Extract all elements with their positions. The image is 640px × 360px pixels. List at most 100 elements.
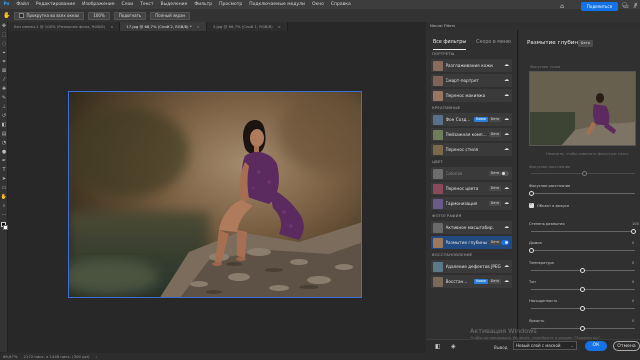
gradient-tool-icon[interactable]: ▤ [0,130,8,139]
filter-item[interactable]: Разглаживание кожи ☁ [431,59,512,72]
stamp-tool-icon[interactable]: ⊥ [0,103,8,112]
eraser-tool-icon[interactable]: ◧ [0,121,8,130]
output-select[interactable]: Новый слой с маской ⌄ [513,341,577,350]
healing-tool-icon[interactable]: ✚ [0,85,8,94]
filter-item[interactable]: Colorize Бета [431,167,512,180]
close-tab-icon[interactable]: × [197,24,200,29]
layer-preview-icon[interactable]: ◈ [451,343,456,350]
menu-item[interactable]: Текст [137,2,157,7]
cloud-download-icon[interactable]: ☁ [504,263,509,269]
slider-thumb[interactable] [631,229,636,234]
filter-item[interactable]: Пейзажная комп... Бета ☁ [431,128,512,141]
eyedropper-tool-icon[interactable]: ⁄ [0,76,8,85]
frame-tool-icon[interactable]: ⊠ [0,67,8,76]
more-tools-icon[interactable]: ⋯ [0,211,8,220]
zoom-readout[interactable]: 66,67% [3,354,17,359]
filter-item[interactable]: Восстан... Новое Бета ☁ [431,275,512,288]
focus-subject-checkbox[interactable]: ✓ [529,202,534,208]
focal-point-preview[interactable] [529,71,636,146]
chevron-right-icon[interactable]: › [95,354,97,359]
blur-tool-icon[interactable]: ◔ [0,139,8,148]
slider-thumb[interactable] [580,268,585,273]
workspace-icon[interactable]: ▭ [622,2,630,11]
cloud-download-icon[interactable]: ☁ [504,278,509,284]
close-tab-icon[interactable]: × [278,24,281,29]
cloud-download-icon[interactable]: ☁ [504,185,509,191]
ok-button[interactable]: ОК [585,341,607,351]
shape-tool-icon[interactable]: ▭ [0,184,8,193]
slider-thumb[interactable] [529,248,534,253]
menu-item[interactable]: Окно [308,2,327,7]
cloud-download-icon[interactable]: ☁ [504,131,509,137]
filter-item[interactable]: Размытие глубины Бета [431,236,512,249]
filter-toggle[interactable] [501,171,509,176]
zoom-value[interactable]: 100% [88,11,110,20]
brush-tool-icon[interactable]: ✎ [0,94,8,103]
focal-distance-thumb[interactable] [529,191,534,196]
menu-bar: Ps Файл Редактирование Изображение Слои Текс… [0,0,640,9]
path-select-icon[interactable]: ➤ [0,175,8,184]
filter-item[interactable]: Гармонизация Бета ☁ [431,197,512,210]
filter-item[interactable]: Фон Созд... Новое Бета ☁ [431,113,512,126]
doc-tab-active[interactable]: 17.jpg @ 66,7% (Слой 2, RGB/8) * × [120,22,207,31]
quick-select-tool-icon[interactable]: ⌖ [0,49,8,58]
app-logo[interactable]: Ps [0,2,13,7]
menu-item[interactable]: Редактирование [32,2,78,7]
share-button[interactable]: Поделиться [580,2,618,11]
cloud-download-icon[interactable]: ☁ [504,224,509,230]
move-tool-icon[interactable]: ✥ [0,22,8,31]
menu-item[interactable]: Слои [118,2,137,7]
document-image[interactable] [68,91,362,298]
filter-item[interactable]: Перенос макияжа ☁ [431,89,512,102]
dodge-tool-icon[interactable]: ● [0,148,8,157]
fit-screen-button[interactable]: Подогнать [113,11,147,20]
compare-icon[interactable]: ◧ [435,343,441,350]
slider-thumb[interactable] [580,326,585,331]
menu-item[interactable]: Выделение [157,2,191,7]
marquee-tool-icon[interactable]: ⬚ [0,31,8,40]
type-tool-icon[interactable]: T [0,166,8,175]
menu-item[interactable]: Фильтр [191,2,216,7]
slider-thumb[interactable] [580,306,585,311]
slider-value: 0 [632,241,635,245]
filter-item[interactable]: Удаление дефектов JPEG ☁ [431,260,512,273]
focal-range-thumb[interactable] [582,171,587,176]
color-swatches[interactable] [0,220,8,234]
history-brush-icon[interactable]: ↺ [0,112,8,121]
crop-tool-icon[interactable]: ⌗ [0,58,8,67]
cloud-download-icon[interactable]: ☁ [504,146,509,152]
search-icon[interactable]: ⌕ [631,2,639,11]
hand-tool-icon[interactable]: ✋ [3,12,10,19]
fullscreen-button[interactable]: Полный экран [150,11,191,20]
filter-item[interactable]: Активное масштабир. ☁ [431,221,512,234]
cloud-download-icon[interactable]: ☁ [504,92,509,98]
close-tab-icon[interactable]: × [110,24,113,29]
filter-name: Перенос макияжа [445,93,486,98]
filter-item[interactable]: Перенос стиля ☁ [431,143,512,156]
pen-tool-icon[interactable]: ✒ [0,157,8,166]
filter-item[interactable]: Перенос цвета Бета ☁ [431,182,512,195]
menu-item[interactable]: Подключаемые модули [246,2,309,7]
filter-item[interactable]: Смарт-портрет ☁ [431,74,512,87]
auto-scroll-checkbox[interactable]: Прокрутка во всех окнах [14,11,85,20]
cloud-download-icon[interactable]: ☁ [504,77,509,83]
filter-toggle[interactable] [501,240,509,245]
tab-coming-soon[interactable]: Скоро в меню [476,40,511,50]
cloud-download-icon[interactable]: ☁ [504,62,509,68]
slider-thumb[interactable] [580,287,585,292]
menu-item[interactable]: Файл [13,2,32,7]
zoom-tool-icon[interactable]: ⌕ [0,202,8,211]
menu-item[interactable]: Справка [327,2,354,7]
menu-item[interactable]: Изображение [79,2,118,7]
hand-tool-icon[interactable]: ✋ [0,193,8,202]
slider-value: 100 [632,222,639,226]
menu-item[interactable]: Просмотр [216,2,246,7]
home-icon[interactable]: ⌂ [558,2,566,11]
doc-tab[interactable]: 3.jpg @ 66,7% (Слой 1, RGB/8) × [206,22,288,31]
lasso-tool-icon[interactable]: ◌ [0,40,8,49]
doc-tab[interactable]: Без имени-1 @ 100% (Размытие фона, RGB/8… [8,22,121,31]
tab-all-filters[interactable]: Все фильтры [433,40,467,50]
cancel-button[interactable]: Отмена [613,341,640,351]
cloud-download-icon[interactable]: ☁ [504,200,509,206]
cloud-download-icon[interactable]: ☁ [504,116,509,122]
